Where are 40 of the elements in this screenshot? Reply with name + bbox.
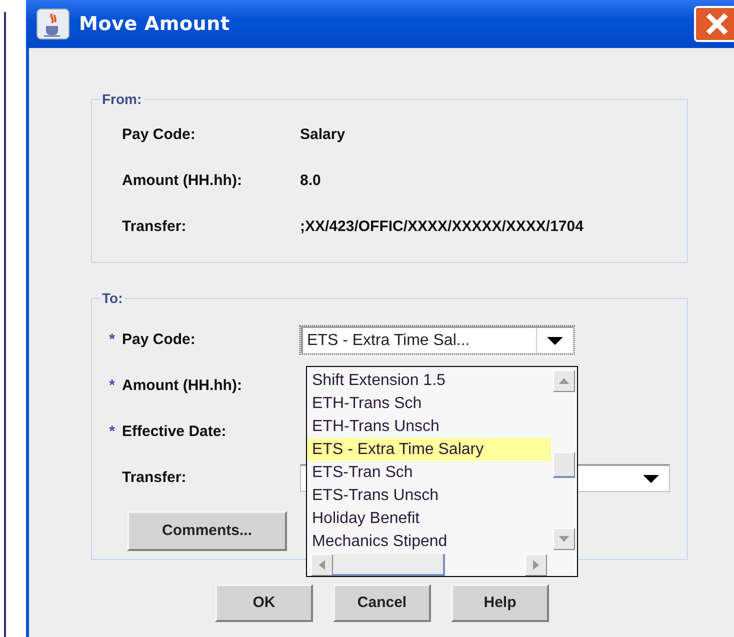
field-label: Pay Code: (122, 330, 196, 350)
list-item[interactable]: ETH-Trans Unsch (307, 415, 551, 438)
scroll-thumb[interactable] (333, 554, 445, 576)
required-marker: * (109, 330, 115, 348)
scroll-down-arrow-icon[interactable] (559, 536, 569, 542)
group-legend: To: (100, 291, 125, 305)
field-label: Amount (HH.hh): (122, 376, 243, 396)
dialog-button[interactable]: Help (451, 584, 549, 622)
close-button[interactable] (694, 6, 734, 42)
list-item[interactable]: ETH-Trans Sch (307, 392, 551, 415)
dropdown-arrow-icon (546, 336, 564, 346)
field-label: Pay Code: (122, 124, 196, 145)
field-label: Transfer: (122, 468, 188, 488)
java-cup-icon (36, 8, 70, 40)
vertical-scrollbar[interactable] (551, 367, 577, 553)
group-legend: From: (100, 92, 144, 106)
field-label: Effective Date: (122, 422, 228, 442)
required-marker: * (109, 422, 115, 440)
field-label: Transfer: (122, 216, 188, 237)
scroll-left-arrow-icon[interactable] (319, 560, 325, 570)
close-icon (703, 11, 731, 37)
list-item[interactable]: ETS - Extra Time Salary (307, 438, 551, 461)
field-label: Amount (HH.hh): (122, 170, 243, 191)
scroll-up-arrow-icon[interactable] (559, 378, 569, 384)
list-item[interactable]: Mechanics Stipend (307, 530, 551, 553)
dropdown-arrow-icon (642, 474, 660, 484)
list-item[interactable]: Holiday Benefit (307, 507, 551, 530)
dropdown-field[interactable]: ETS - Extra Time Sal... (300, 326, 574, 354)
dialog-button[interactable]: OK (215, 584, 313, 622)
field-value: Salary (300, 124, 346, 145)
required-marker: * (109, 376, 115, 394)
list-item[interactable]: ETS-Trans Unsch (307, 484, 551, 507)
window-title: Move Amount (79, 12, 230, 37)
list-item[interactable]: ETS-Tran Sch (307, 461, 551, 484)
list-item[interactable]: Shift Extension 1.5 (307, 369, 551, 392)
dialog-button[interactable]: Cancel (333, 584, 431, 622)
comments-button[interactable]: Comments... (127, 511, 287, 551)
scroll-right-arrow-icon[interactable] (533, 560, 539, 570)
field-value: ;XX/423/OFFIC/XXXX/XXXXX/XXXX/1704 (300, 216, 584, 237)
field-value: 8.0 (300, 170, 321, 191)
